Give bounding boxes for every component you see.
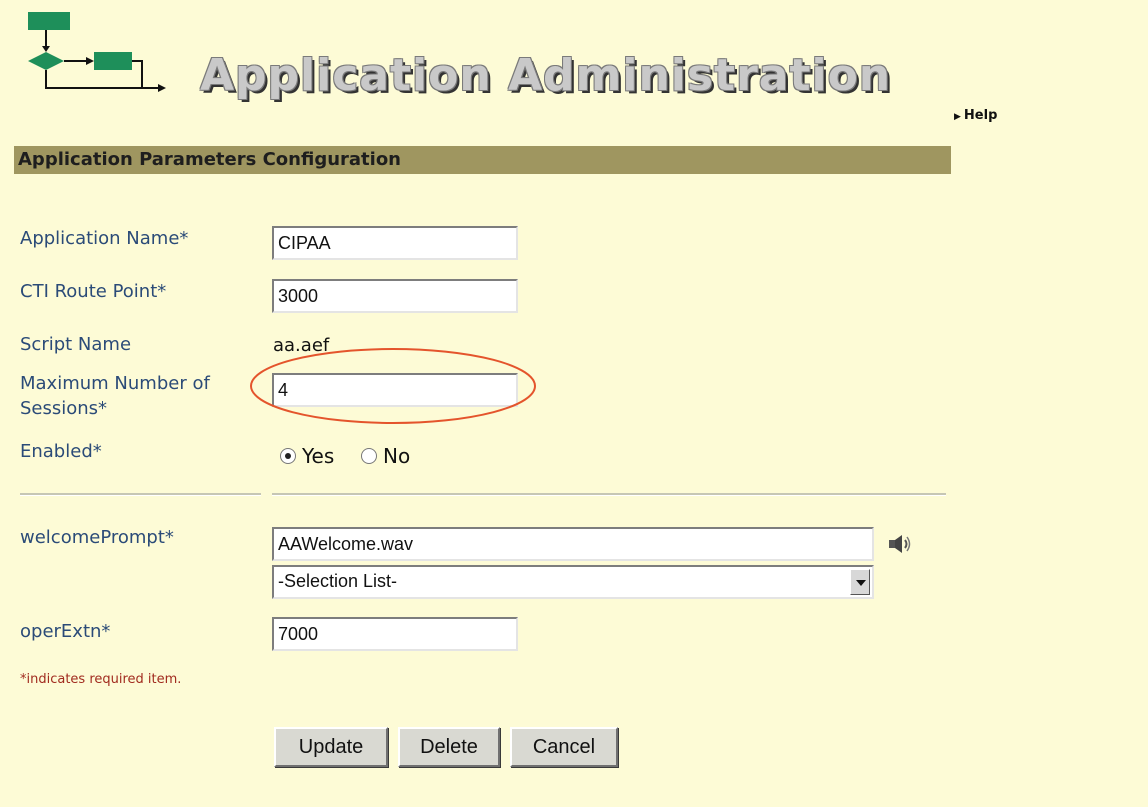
delete-button[interactable]: Delete xyxy=(398,727,500,767)
cti-route-point-label: CTI Route Point* xyxy=(20,281,167,302)
welcome-prompt-select[interactable]: -Selection List- xyxy=(272,565,874,599)
chevron-down-icon[interactable] xyxy=(850,569,870,595)
divider-right xyxy=(272,493,946,496)
enabled-radio-group: Yes No xyxy=(280,444,410,468)
max-sessions-label-line2: Sessions* xyxy=(20,398,108,419)
oper-extn-input[interactable] xyxy=(272,617,518,651)
enabled-label: Enabled* xyxy=(20,441,102,462)
required-note: *indicates required item. xyxy=(20,672,182,687)
cti-route-point-input[interactable] xyxy=(272,279,518,313)
help-link[interactable]: ▶ Help xyxy=(954,108,997,123)
script-name-label: Script Name xyxy=(20,334,132,355)
cancel-button[interactable]: Cancel xyxy=(510,727,618,767)
workflow-logo-icon xyxy=(28,12,166,92)
welcome-prompt-select-value: -Selection List- xyxy=(278,571,398,591)
welcome-prompt-input[interactable] xyxy=(272,527,874,561)
section-title-bar: Application Parameters Configuration xyxy=(14,146,951,174)
enabled-no-label[interactable]: No xyxy=(383,444,410,468)
enabled-yes-label[interactable]: Yes xyxy=(302,444,334,468)
max-sessions-label-line1: Maximum Number of xyxy=(20,373,210,394)
application-name-input[interactable] xyxy=(272,226,518,260)
welcome-prompt-label: welcomePrompt* xyxy=(20,527,174,548)
speaker-icon[interactable] xyxy=(886,532,912,556)
help-label: Help xyxy=(963,108,998,123)
page-title: Application Administration xyxy=(200,50,892,101)
enabled-yes-radio[interactable] xyxy=(280,448,296,464)
update-button[interactable]: Update xyxy=(274,727,388,767)
enabled-no-radio[interactable] xyxy=(361,448,378,464)
oper-extn-label: operExtn* xyxy=(20,621,111,642)
triangle-right-icon: ▶ xyxy=(954,112,961,122)
highlight-ellipse xyxy=(250,348,536,424)
divider-left xyxy=(20,493,261,496)
application-name-label: Application Name* xyxy=(20,228,189,249)
